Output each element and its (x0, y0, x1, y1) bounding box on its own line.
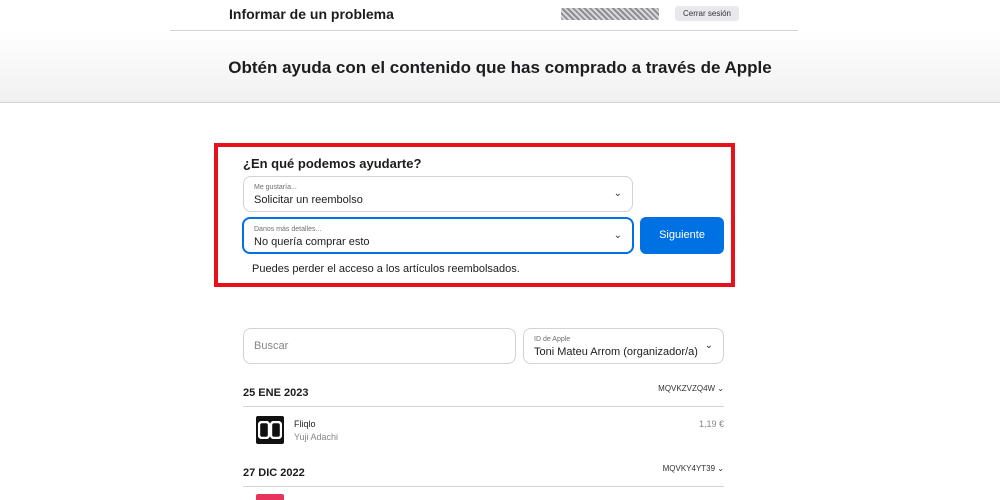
help-form-title: ¿En qué podemos ayudarte? (243, 156, 422, 171)
details-select-value: No quería comprar esto (254, 236, 370, 248)
app-icon (256, 494, 284, 500)
appleid-select-value: Toni Mateu Arrom (organizador/a) (534, 346, 698, 358)
flip-clock-icon (258, 421, 282, 439)
details-select[interactable]: Danos más detalles... No quería comprar … (242, 217, 634, 254)
divider (243, 486, 724, 487)
app-icon-fliqlo (256, 416, 284, 444)
reason-select[interactable]: Me gustaría... Solicitar un reembolso ⌄ (243, 176, 633, 212)
refund-warning-text: Puedes perder el acceso a los artículos … (252, 263, 520, 275)
purchase-date: 25 ENE 2023 (243, 387, 309, 399)
chevron-down-icon: ⌄ (717, 464, 724, 473)
app-developer: Yuji Adachi (294, 432, 339, 442)
banner-title: Obtén ayuda con el contenido que has com… (228, 58, 772, 77)
order-id-toggle[interactable]: MQVKY4YT39 ⌄ (663, 464, 724, 473)
appleid-select[interactable]: ID de Apple Toni Mateu Arrom (organizado… (523, 328, 724, 364)
chevron-down-icon: ⌄ (717, 384, 724, 393)
order-id: MQVKY4YT39 (662, 464, 716, 473)
signout-button[interactable]: Cerrar sesión (675, 6, 739, 21)
top-bar: Informar de un problema Cerrar sesión (0, 0, 1000, 31)
page-heading: Informar de un problema (229, 6, 394, 22)
next-button[interactable]: Siguiente (640, 217, 724, 254)
order-id: MQVKZVZQ4W (658, 384, 716, 393)
chevron-down-icon: ⌄ (613, 230, 622, 241)
appleid-select-label: ID de Apple (534, 336, 571, 343)
chevron-down-icon: ⌄ (704, 340, 713, 351)
search-input[interactable] (243, 328, 516, 364)
reason-select-value: Solicitar un reembolso (254, 194, 363, 206)
banner: Obtén ayuda con el contenido que has com… (0, 31, 1000, 103)
purchase-date: 27 DIC 2022 (243, 467, 305, 479)
details-select-label: Danos más detalles... (254, 226, 322, 233)
app-price: 1,19 € (698, 419, 724, 429)
app-name[interactable]: Fliqlo (294, 419, 316, 429)
redacted-account-name (561, 8, 659, 20)
reason-select-label: Me gustaría... (254, 184, 297, 191)
order-id-toggle[interactable]: MQVKZVZQ4W ⌄ (658, 384, 724, 393)
top-bar-inner: Informar de un problema Cerrar sesión (170, 0, 798, 31)
divider (243, 406, 724, 407)
chevron-down-icon: ⌄ (613, 188, 622, 199)
